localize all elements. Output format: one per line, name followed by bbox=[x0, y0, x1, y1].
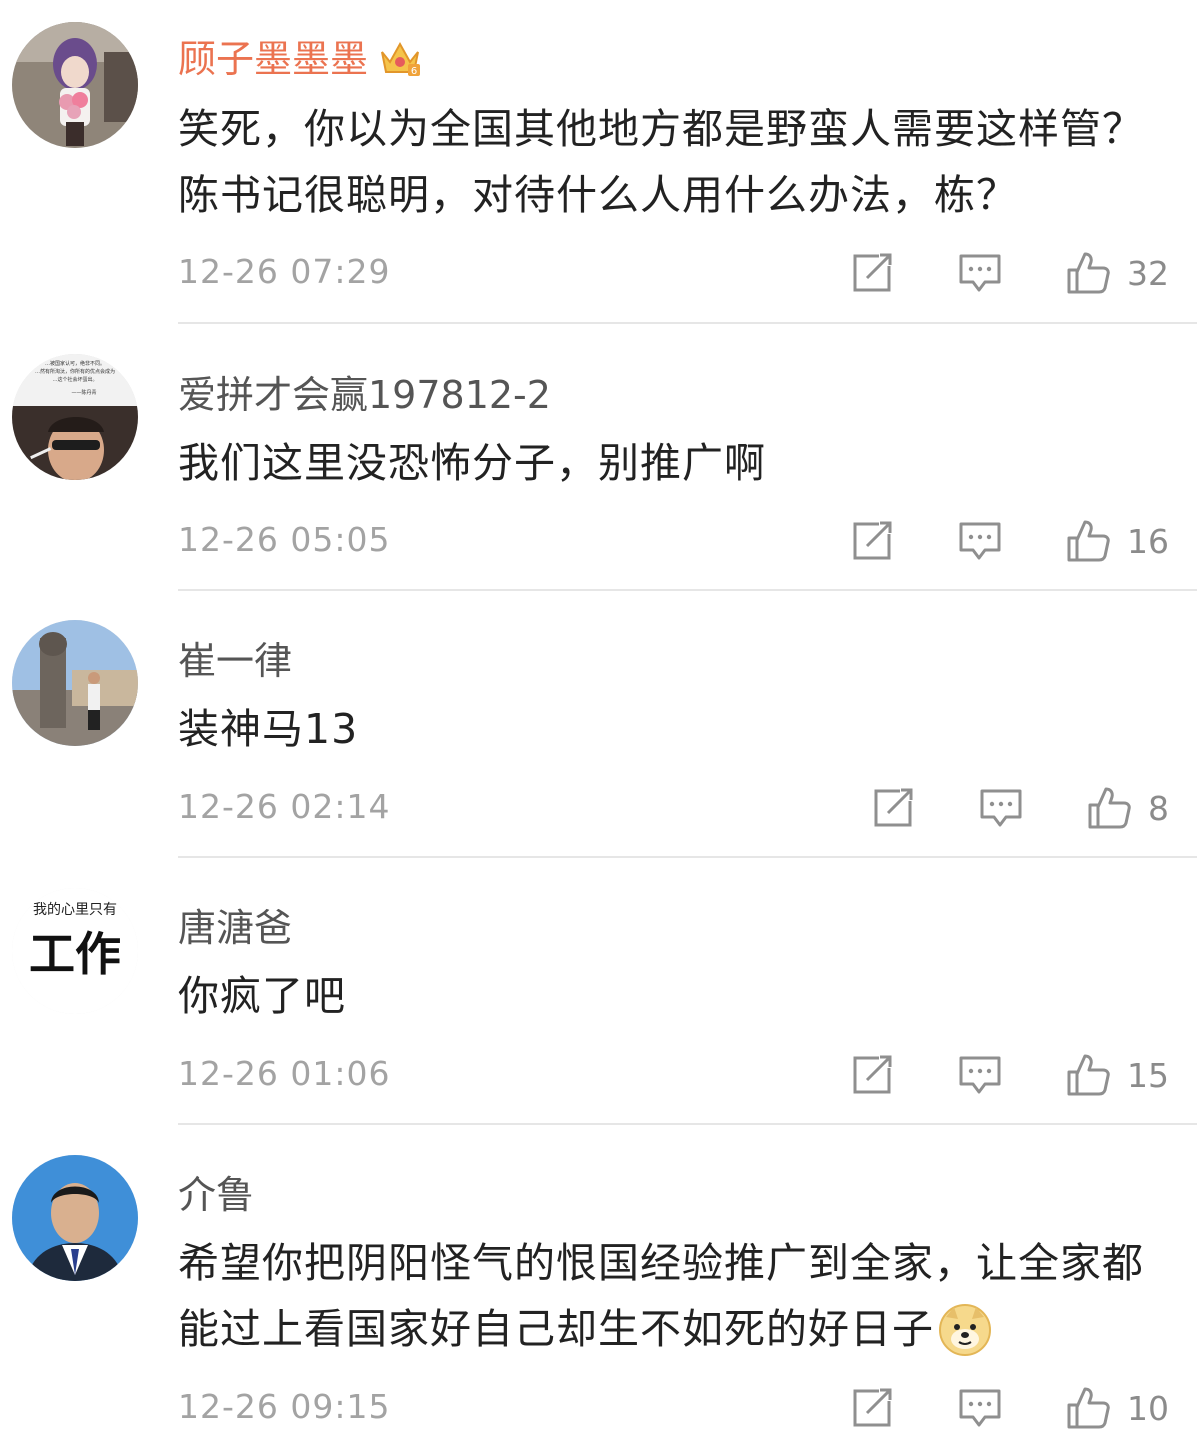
comment-time: 12-26 05:05 bbox=[178, 520, 391, 559]
avatar-figurine-image bbox=[12, 22, 138, 148]
doge-icon bbox=[938, 1303, 992, 1376]
divider bbox=[178, 856, 1197, 858]
share-edit-icon[interactable] bbox=[849, 250, 895, 296]
avatar[interactable]: …被国家认可，绝非不同。 …然有所淘汰，你所有的优点会成为 …这个社会坏蛋出。 … bbox=[12, 354, 138, 480]
comment-time: 12-26 07:29 bbox=[178, 252, 391, 291]
comment-meta: 12-26 07:29 32 bbox=[178, 248, 1169, 298]
like-count: 32 bbox=[1127, 253, 1169, 293]
like-button[interactable]: 15 bbox=[1065, 1052, 1169, 1098]
comment-text: 希望你把阴阳怪气的恨国经验推广到全家，让全家都能过上看国家好自己却生不如死的好日… bbox=[178, 1230, 1178, 1376]
avatar-quote-line: …这个社会坏蛋出。 bbox=[52, 376, 97, 383]
avatar-calligraphy-main: 工作 bbox=[29, 927, 121, 981]
thumbs-up-icon bbox=[1065, 1052, 1111, 1098]
username-text[interactable]: 顾子墨墨墨 bbox=[178, 37, 368, 81]
username[interactable]: 爱拼才会赢197812-2 bbox=[178, 372, 551, 418]
username[interactable]: 唐溏爸 bbox=[178, 905, 292, 951]
like-count: 15 bbox=[1127, 1055, 1169, 1095]
comment-text: 你疯了吧 bbox=[178, 972, 346, 1020]
comment-text: 笑死，你以为全国其他地方都是野蛮人需要这样管？陈书记很聪明，对待什么人用什么办法… bbox=[178, 105, 1144, 219]
like-button[interactable]: 32 bbox=[1065, 250, 1169, 296]
comment-text: 我们这里没恐怖分子，别推广啊 bbox=[178, 439, 766, 487]
like-count: 10 bbox=[1127, 1388, 1169, 1428]
svg-text:6: 6 bbox=[411, 66, 417, 77]
comment-actions: 16 bbox=[849, 516, 1169, 566]
divider bbox=[178, 322, 1197, 324]
avatar[interactable] bbox=[12, 22, 138, 148]
like-button[interactable]: 16 bbox=[1065, 518, 1169, 564]
avatar-calligraphy-line: 我的心里只有 bbox=[33, 902, 117, 918]
avatar[interactable] bbox=[12, 620, 138, 746]
avatar[interactable] bbox=[12, 1155, 138, 1281]
avatar-quote-author: ——陈丹青 bbox=[71, 389, 96, 396]
avatar-statue-photo-image bbox=[12, 620, 138, 746]
comment-text: 装神马13 bbox=[178, 705, 359, 753]
comment-meta: 12-26 02:14 8 bbox=[178, 783, 1169, 833]
like-count: 8 bbox=[1148, 788, 1169, 828]
thumbs-up-icon bbox=[1065, 1385, 1111, 1431]
avatar[interactable]: 我的心里只有 工作 bbox=[12, 888, 138, 1014]
share-edit-icon[interactable] bbox=[849, 1385, 895, 1431]
share-edit-icon[interactable] bbox=[849, 518, 895, 564]
comment-reply-icon[interactable] bbox=[978, 785, 1024, 831]
comment-actions: 15 bbox=[849, 1050, 1169, 1100]
comment-reply-icon[interactable] bbox=[957, 1385, 1003, 1431]
username[interactable]: 介鲁 bbox=[178, 1172, 254, 1218]
comment-reply-icon[interactable] bbox=[957, 250, 1003, 296]
crown-icon: 6 bbox=[378, 38, 422, 88]
divider bbox=[178, 589, 1197, 591]
comment-reply-icon[interactable] bbox=[957, 1052, 1003, 1098]
comment-actions: 8 bbox=[870, 783, 1169, 833]
like-button[interactable]: 10 bbox=[1065, 1385, 1169, 1431]
comment-actions: 10 bbox=[849, 1383, 1169, 1433]
avatar-quote-line: …被国家认可，绝非不同。 bbox=[45, 360, 105, 367]
comment-time: 12-26 09:15 bbox=[178, 1387, 391, 1426]
divider bbox=[178, 1123, 1197, 1125]
comment-meta: 12-26 09:15 10 bbox=[178, 1383, 1169, 1433]
share-edit-icon[interactable] bbox=[870, 785, 916, 831]
thumbs-up-icon bbox=[1086, 785, 1132, 831]
avatar-quote-portrait-image: …被国家认可，绝非不同。 …然有所淘汰，你所有的优点会成为 …这个社会坏蛋出。 … bbox=[12, 354, 138, 480]
avatar-calligraphy-image: 我的心里只有 工作 bbox=[12, 888, 138, 1014]
comment-reply-icon[interactable] bbox=[957, 518, 1003, 564]
like-count: 16 bbox=[1127, 521, 1169, 561]
avatar-id-photo-image bbox=[12, 1155, 138, 1281]
thumbs-up-icon bbox=[1065, 518, 1111, 564]
username[interactable]: 崔一律 bbox=[178, 638, 292, 684]
comment-actions: 32 bbox=[849, 248, 1169, 298]
comment-time: 12-26 01:06 bbox=[178, 1054, 391, 1093]
like-button[interactable]: 8 bbox=[1086, 785, 1169, 831]
comment-meta: 12-26 05:05 16 bbox=[178, 516, 1169, 566]
share-edit-icon[interactable] bbox=[849, 1052, 895, 1098]
comment-meta: 12-26 01:06 15 bbox=[178, 1050, 1169, 1100]
username[interactable]: 顾子墨墨墨 6 bbox=[178, 36, 422, 88]
avatar-quote-line: …然有所淘汰，你所有的优点会成为 bbox=[35, 368, 115, 375]
thumbs-up-icon bbox=[1065, 250, 1111, 296]
comment-time: 12-26 02:14 bbox=[178, 787, 391, 826]
comment-text-content: 希望你把阴阳怪气的恨国经验推广到全家，让全家都能过上看国家好自己却生不如死的好日… bbox=[178, 1239, 1144, 1353]
